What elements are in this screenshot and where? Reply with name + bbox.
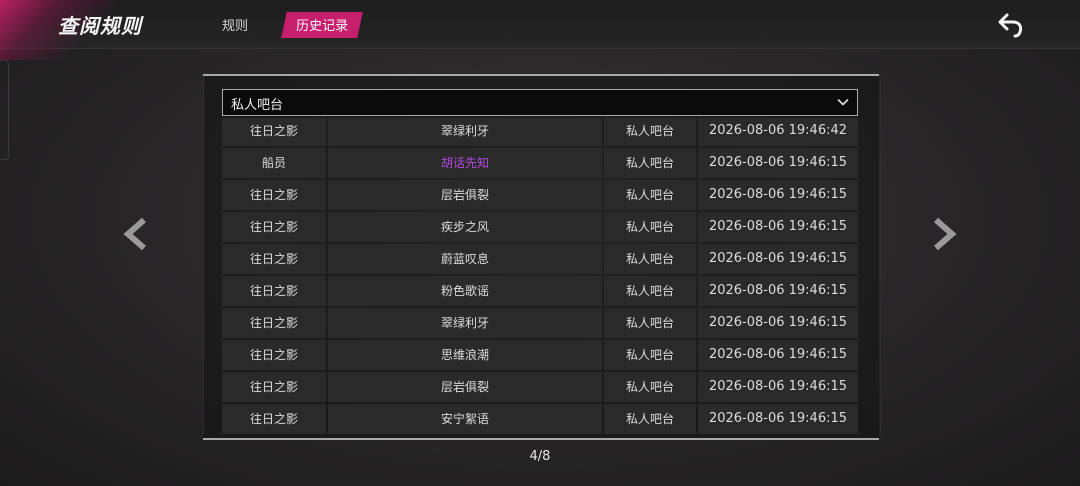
location-filter-dropdown[interactable]: 私人吧台	[222, 89, 858, 116]
chevron-right-icon	[934, 217, 957, 251]
table-row: 往日之影 翠绿利牙 私人吧台 2026-08-06 19:46:15	[222, 308, 858, 338]
table-row: 往日之影 蔚蓝叹息 私人吧台 2026-08-06 19:46:15	[222, 244, 858, 274]
back-button[interactable]	[996, 10, 1026, 40]
role-cell: 往日之影	[222, 372, 326, 402]
table-row: 往日之影 粉色歌谣 私人吧台 2026-08-06 19:46:15	[222, 276, 858, 306]
time-cell: 2026-08-06 19:46:15	[698, 148, 858, 178]
role-cell: 往日之影	[222, 340, 326, 370]
card-cell: 层岩俱裂	[328, 372, 602, 402]
location-cell: 私人吧台	[604, 276, 696, 306]
card-cell: 翠绿利牙	[328, 308, 602, 338]
location-cell: 私人吧台	[604, 308, 696, 338]
time-cell: 2026-08-06 19:46:15	[698, 404, 858, 434]
time-cell: 2026-08-06 19:46:15	[698, 244, 858, 274]
role-cell: 往日之影	[222, 276, 326, 306]
card-cell: 安宁絮语	[328, 404, 602, 434]
next-page-button[interactable]	[926, 214, 962, 254]
card-cell: 胡话先知	[328, 148, 602, 178]
location-cell: 私人吧台	[604, 148, 696, 178]
table-row: 往日之影 安宁絮语 私人吧台 2026-08-06 19:46:15	[222, 404, 858, 434]
tab-history[interactable]: 历史记录	[281, 12, 363, 38]
time-cell: 2026-08-06 19:46:15	[698, 340, 858, 370]
location-cell: 私人吧台	[604, 244, 696, 274]
card-cell: 粉色歌谣	[328, 276, 602, 306]
table-row: 往日之影 翠绿利牙 私人吧台 2026-08-06 19:46:42	[222, 118, 858, 146]
time-cell: 2026-08-06 19:46:42	[698, 118, 858, 146]
chevron-down-icon	[837, 98, 849, 106]
card-cell: 思维浪潮	[328, 340, 602, 370]
back-arrow-icon	[998, 13, 1023, 38]
role-cell: 往日之影	[222, 118, 326, 146]
role-cell: 往日之影	[222, 308, 326, 338]
time-cell: 2026-08-06 19:46:15	[698, 212, 858, 242]
role-cell: 往日之影	[222, 244, 326, 274]
side-handle[interactable]	[0, 60, 9, 160]
role-cell: 往日之影	[222, 212, 326, 242]
time-cell: 2026-08-06 19:46:15	[698, 372, 858, 402]
time-cell: 2026-08-06 19:46:15	[698, 308, 858, 338]
dropdown-selected-value: 私人吧台	[231, 98, 284, 113]
tab-rules[interactable]: 规则	[222, 15, 248, 34]
table-row: 往日之影 层岩俱裂 私人吧台 2026-08-06 19:46:15	[222, 372, 858, 402]
location-cell: 私人吧台	[604, 372, 696, 402]
location-cell: 私人吧台	[604, 404, 696, 434]
card-cell: 疾步之风	[328, 212, 602, 242]
card-cell: 蔚蓝叹息	[328, 244, 602, 274]
role-cell: 往日之影	[222, 180, 326, 210]
table-row: 往日之影 思维浪潮 私人吧台 2026-08-06 19:46:15	[222, 340, 858, 370]
prev-page-button[interactable]	[118, 214, 154, 254]
table-row: 往日之影 层岩俱裂 私人吧台 2026-08-06 19:46:15	[222, 180, 858, 210]
page-title: 查阅规则	[58, 14, 142, 38]
time-cell: 2026-08-06 19:46:15	[698, 276, 858, 306]
history-table[interactable]: 往日之影 翠绿利牙 私人吧台 2026-08-06 19:46:42 船员 胡话…	[222, 118, 858, 434]
table-row: 往日之影 疾步之风 私人吧台 2026-08-06 19:46:15	[222, 212, 858, 242]
page-indicator: 4/8	[529, 449, 551, 464]
location-cell: 私人吧台	[604, 118, 696, 146]
top-bar	[0, 0, 1080, 49]
role-cell: 船员	[222, 148, 326, 178]
card-cell: 层岩俱裂	[328, 180, 602, 210]
role-cell: 往日之影	[222, 404, 326, 434]
location-cell: 私人吧台	[604, 212, 696, 242]
location-cell: 私人吧台	[604, 340, 696, 370]
table-row: 船员 胡话先知 私人吧台 2026-08-06 19:46:15	[222, 148, 858, 178]
chevron-left-icon	[123, 217, 146, 251]
tab-history-label: 历史记录	[296, 19, 349, 34]
card-cell: 翠绿利牙	[328, 118, 602, 146]
location-cell: 私人吧台	[604, 180, 696, 210]
time-cell: 2026-08-06 19:46:15	[698, 180, 858, 210]
